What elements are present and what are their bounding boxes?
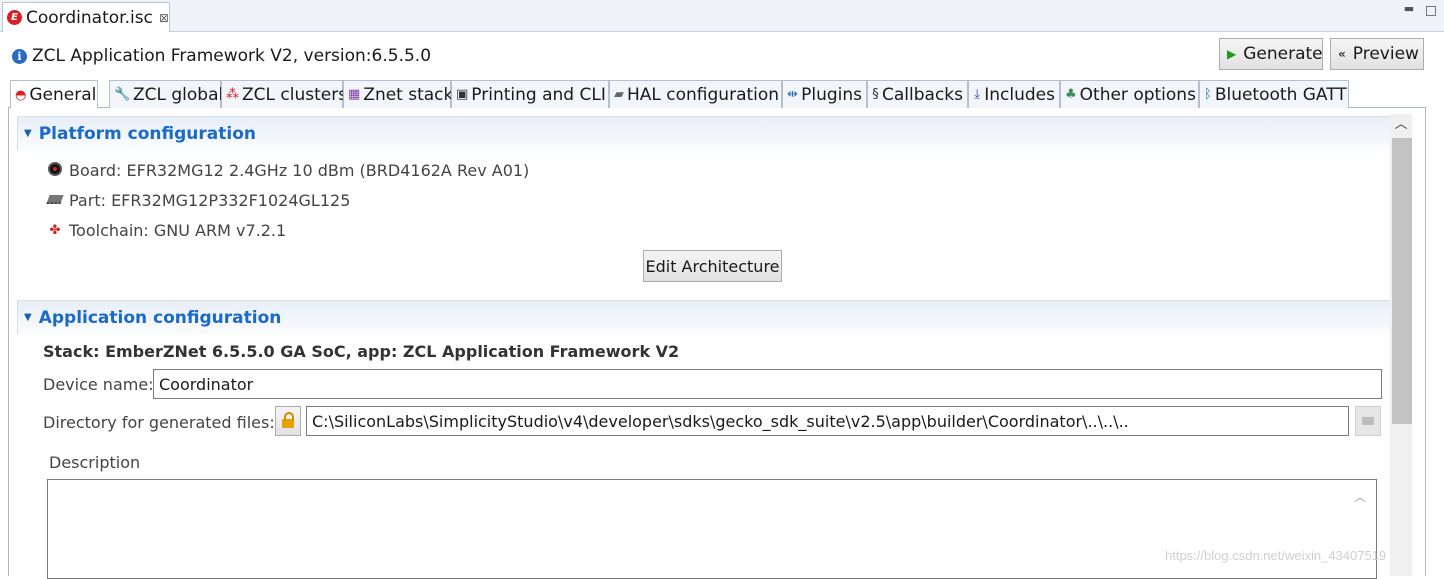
preview-label: Preview (1352, 44, 1419, 64)
options-icon: ♣ (1065, 87, 1077, 102)
toolchain-icon: ✤ (49, 223, 61, 238)
section-title: Platform configuration (38, 123, 257, 144)
tab-label: Plugins (801, 84, 862, 105)
chip-icon (46, 195, 64, 204)
tab-hal-configuration[interactable]: ▰ HAL configuration (609, 80, 782, 108)
tab-label: Other options (1079, 84, 1196, 105)
tab-label: Includes (984, 84, 1055, 105)
edit-architecture-button[interactable]: Edit Architecture (643, 250, 782, 282)
tab-other-options[interactable]: ♣ Other options (1060, 80, 1199, 108)
generate-label: Generate (1243, 44, 1323, 64)
description-textarea[interactable] (47, 479, 1377, 579)
part-text: Part: EFR32MG12P332F1024GL125 (69, 191, 351, 210)
application-section-header[interactable]: ▼ Application configuration (17, 300, 1393, 334)
chevron-up-icon[interactable]: ︿ (1390, 114, 1412, 136)
ember-e-icon: E (7, 10, 22, 25)
editor-tab-coordinator[interactable]: E Coordinator.isc ⊠ (2, 2, 170, 32)
tab-znet-stack[interactable]: ▦ Znet stack (343, 80, 454, 108)
page-title: ZCL Application Framework V2, version:6.… (32, 46, 432, 66)
general-tab-content: ▼ Platform configuration Board: EFR32MG1… (8, 108, 1426, 579)
editor-tab-bar: E Coordinator.isc ⊠ ▬ (0, 0, 1444, 32)
tab-zcl-global[interactable]: 🔧 ZCL global (109, 80, 224, 108)
tab-label: Printing and CLI (471, 84, 606, 105)
close-icon[interactable]: ⊠ (159, 11, 169, 25)
tab-label: Callbacks (882, 84, 963, 105)
tab-label: Znet stack (363, 84, 454, 105)
play-icon: ▶ (1227, 47, 1237, 61)
watermark: https://blog.csdn.net/weixin_43407519 (1165, 548, 1387, 563)
toolchain-text: Toolchain: GNU ARM v7.2.1 (69, 221, 287, 240)
info-icon: i (12, 48, 27, 64)
chip-icon: ▰ (614, 87, 624, 102)
callback-icon: § (872, 87, 879, 102)
stack-bars-icon: ▦ (348, 87, 361, 102)
double-chevron-left-icon: « (1338, 47, 1346, 61)
window-controls: ▬ (1402, 2, 1436, 16)
tab-includes[interactable]: ⤓ Includes (968, 80, 1060, 108)
directory-field[interactable]: C:\SiliconLabs\SimplicityStudio\v4\devel… (306, 406, 1349, 436)
preview-button[interactable]: « Preview (1330, 38, 1424, 70)
editor-tab-label: Coordinator.isc (26, 7, 153, 28)
lock-icon (282, 412, 294, 428)
minimize-icon[interactable]: ▬ (1402, 2, 1416, 16)
directory-label: Directory for generated files: (43, 413, 275, 432)
cluster-nodes-icon: ⁂ (226, 87, 239, 102)
board-info: Board: EFR32MG12 2.4GHz 10 dBm (BRD4162A… (47, 161, 529, 180)
tab-plugins[interactable]: ⇹ Plugins (782, 80, 867, 108)
folder-icon (1362, 417, 1374, 425)
config-tabs: ◓ General 🔧 ZCL global ⁂ ZCL clusters ▦ … (8, 80, 1426, 109)
wrench-icon: 🔧 (114, 87, 131, 102)
tab-printing-cli[interactable]: ▣ Printing and CLI (451, 80, 609, 108)
tab-label: ZCL clusters (242, 84, 348, 105)
plugin-icon: ⇹ (787, 87, 798, 102)
tab-callbacks[interactable]: § Callbacks (867, 80, 968, 108)
tab-label: ZCL global (133, 84, 224, 105)
device-name-label: Device name: (43, 375, 154, 394)
half-circle-red-icon: ◓ (15, 87, 27, 103)
collapse-triangle-icon[interactable]: ▼ (24, 312, 32, 323)
board-text: Board: EFR32MG12 2.4GHz 10 dBm (BRD4162A… (69, 161, 530, 180)
terminal-icon: ▣ (456, 87, 469, 102)
bluetooth-icon: ᛒ (1204, 87, 1212, 102)
include-icon: ⤓ (974, 87, 980, 102)
device-name-field[interactable]: Coordinator (153, 369, 1382, 399)
tab-zcl-clusters[interactable]: ⁂ ZCL clusters (221, 80, 347, 108)
browse-button[interactable] (1355, 406, 1381, 436)
board-icon (48, 161, 62, 176)
generate-button[interactable]: ▶ Generate (1219, 38, 1323, 70)
lock-button[interactable] (275, 406, 301, 436)
tab-bluetooth-gatt[interactable]: ᛒ Bluetooth GATT (1199, 80, 1349, 108)
tab-label: General (29, 85, 97, 105)
vertical-scrollbar[interactable]: ︿ (1390, 114, 1412, 576)
part-info: Part: EFR32MG12P332F1024GL125 (46, 191, 351, 210)
stack-info: Stack: EmberZNet 6.5.5.0 GA SoC, app: ZC… (43, 342, 680, 361)
tab-label: Bluetooth GATT (1214, 84, 1347, 105)
description-label: Description (49, 453, 141, 472)
tab-general[interactable]: ◓ General (10, 80, 98, 109)
maximize-icon[interactable] (1426, 6, 1436, 16)
tab-label: HAL configuration (627, 84, 780, 105)
scrollbar-thumb[interactable] (1392, 138, 1412, 424)
toolchain-info: ✤ Toolchain: GNU ARM v7.2.1 (47, 221, 287, 240)
platform-section-header[interactable]: ▼ Platform configuration (17, 116, 1393, 150)
section-title: Application configuration (38, 307, 282, 328)
collapse-triangle-icon[interactable]: ▼ (24, 128, 32, 139)
